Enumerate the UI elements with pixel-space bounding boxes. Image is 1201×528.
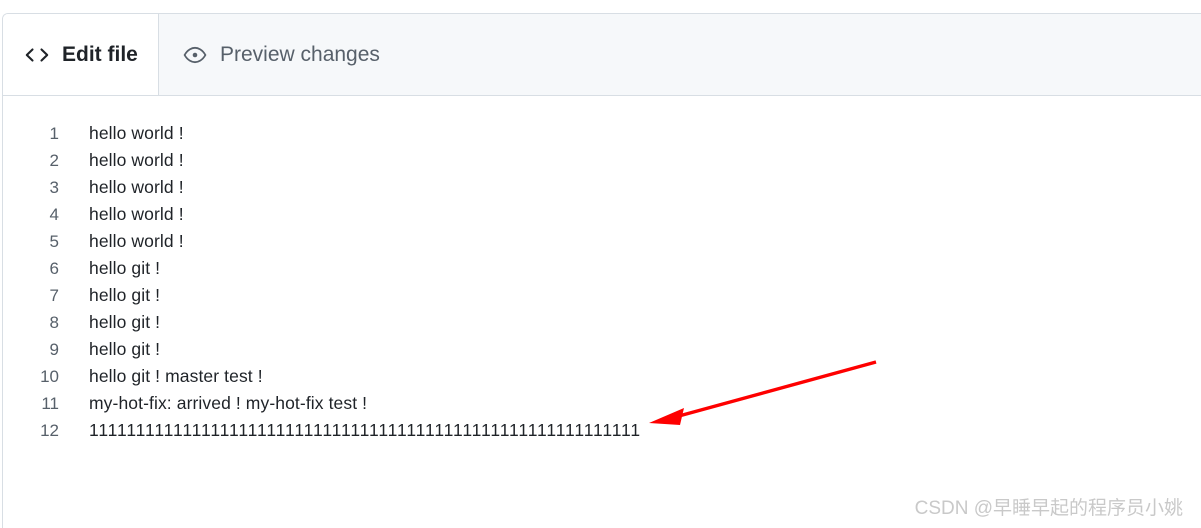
code-line: 10 hello git ! master test ! bbox=[3, 363, 1201, 390]
code-line: 1 hello world ! bbox=[3, 120, 1201, 147]
line-content: hello git ! master test ! bbox=[89, 366, 263, 386]
code-icon bbox=[25, 46, 49, 64]
line-number: 12 bbox=[40, 421, 59, 440]
line-number: 5 bbox=[49, 232, 59, 251]
tab-preview-changes[interactable]: Preview changes bbox=[159, 14, 408, 95]
tab-preview-changes-label: Preview changes bbox=[220, 42, 380, 66]
line-content: hello git ! bbox=[89, 339, 161, 359]
code-line: 4 hello world ! bbox=[3, 201, 1201, 228]
line-number: 10 bbox=[40, 367, 59, 386]
line-content: hello world ! bbox=[89, 177, 184, 197]
code-editor-content[interactable]: 1 hello world ! 2 hello world ! 3 hello … bbox=[3, 96, 1201, 528]
line-content: hello git ! bbox=[89, 312, 161, 332]
line-content: hello world ! bbox=[89, 231, 184, 251]
line-number: 7 bbox=[49, 286, 59, 305]
code-line: 11 my-hot-fix: arrived ! my-hot-fix test… bbox=[3, 390, 1201, 417]
code-line: 12 1111111111111111111111111111111111111… bbox=[3, 417, 1201, 444]
editor-tab-bar: Edit file Preview changes bbox=[3, 14, 1201, 96]
line-content: hello git ! bbox=[89, 285, 161, 305]
line-number: 6 bbox=[49, 259, 59, 278]
eye-icon bbox=[183, 46, 207, 64]
code-line: 5 hello world ! bbox=[3, 228, 1201, 255]
code-line: 9 hello git ! bbox=[3, 336, 1201, 363]
file-editor-card: Edit file Preview changes 1 hello world … bbox=[2, 13, 1201, 528]
code-line: 3 hello world ! bbox=[3, 174, 1201, 201]
line-content: hello world ! bbox=[89, 123, 184, 143]
code-line: 6 hello git ! bbox=[3, 255, 1201, 282]
line-content: 1111111111111111111111111111111111111111… bbox=[89, 420, 641, 440]
code-line: 7 hello git ! bbox=[3, 282, 1201, 309]
line-number: 11 bbox=[41, 394, 59, 413]
line-number: 8 bbox=[49, 313, 59, 332]
code-line: 8 hello git ! bbox=[3, 309, 1201, 336]
line-number: 4 bbox=[49, 205, 59, 224]
tab-edit-file-label: Edit file bbox=[62, 42, 138, 66]
line-content: hello git ! bbox=[89, 258, 161, 278]
line-number: 2 bbox=[49, 151, 59, 170]
line-content: hello world ! bbox=[89, 204, 184, 224]
line-number: 1 bbox=[49, 124, 59, 143]
line-number: 3 bbox=[49, 178, 59, 197]
line-content: hello world ! bbox=[89, 150, 184, 170]
line-content: my-hot-fix: arrived ! my-hot-fix test ! bbox=[89, 393, 368, 413]
code-line: 2 hello world ! bbox=[3, 147, 1201, 174]
tab-edit-file[interactable]: Edit file bbox=[3, 14, 159, 95]
line-number: 9 bbox=[49, 340, 59, 359]
csdn-watermark: CSDN @早睡早起的程序员小姚 bbox=[914, 498, 1183, 519]
